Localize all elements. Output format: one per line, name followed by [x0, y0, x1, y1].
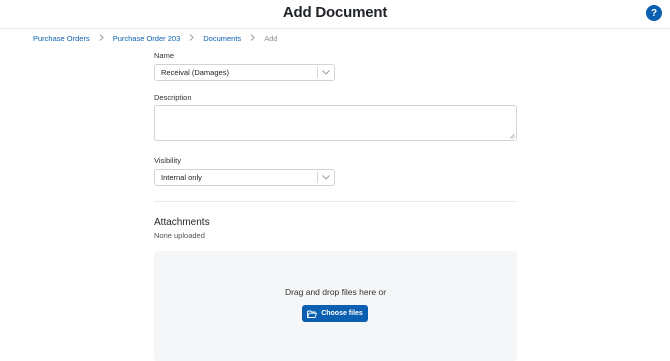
resize-handle-icon[interactable] — [509, 133, 515, 139]
breadcrumb-documents[interactable]: Documents — [203, 34, 241, 43]
help-button[interactable]: ? — [646, 5, 662, 21]
name-select[interactable]: Receival (Damages) — [154, 64, 335, 81]
choose-files-button[interactable]: Choose files — [302, 305, 368, 322]
chevron-down-icon[interactable] — [318, 65, 334, 80]
name-label: Name — [154, 51, 175, 60]
visibility-label: Visibility — [154, 156, 181, 165]
breadcrumb: Purchase Orders Purchase Order 203 Docum… — [33, 34, 278, 43]
attachments-title: Attachments — [154, 217, 210, 228]
chevron-right-icon — [250, 34, 255, 43]
description-textarea[interactable] — [154, 105, 517, 141]
page: Add Document ? Purchase Orders Purchase … — [0, 0, 670, 361]
name-select-value: Receival (Damages) — [161, 68, 229, 77]
breadcrumb-purchase-orders[interactable]: Purchase Orders — [33, 34, 90, 43]
choose-files-label: Choose files — [321, 310, 363, 317]
description-label: Description — [154, 93, 192, 102]
attachments-status: None uploaded — [154, 231, 205, 240]
section-divider — [154, 201, 517, 202]
breadcrumb-purchase-order[interactable]: Purchase Order 203 — [113, 34, 181, 43]
chevron-right-icon — [189, 34, 194, 43]
dropzone-text: Drag and drop files here or — [284, 287, 387, 297]
breadcrumb-current: Add — [264, 34, 278, 43]
chevron-right-icon — [99, 34, 104, 43]
chevron-down-icon[interactable] — [318, 170, 334, 185]
file-dropzone[interactable]: Drag and drop files here or Choose files — [154, 251, 517, 361]
help-icon: ? — [650, 7, 658, 19]
folder-open-icon — [307, 310, 318, 318]
visibility-select-value: Internal only — [161, 173, 202, 182]
visibility-select[interactable]: Internal only — [154, 169, 335, 186]
header: Add Document ? — [0, 0, 670, 29]
page-title: Add Document — [282, 4, 388, 21]
